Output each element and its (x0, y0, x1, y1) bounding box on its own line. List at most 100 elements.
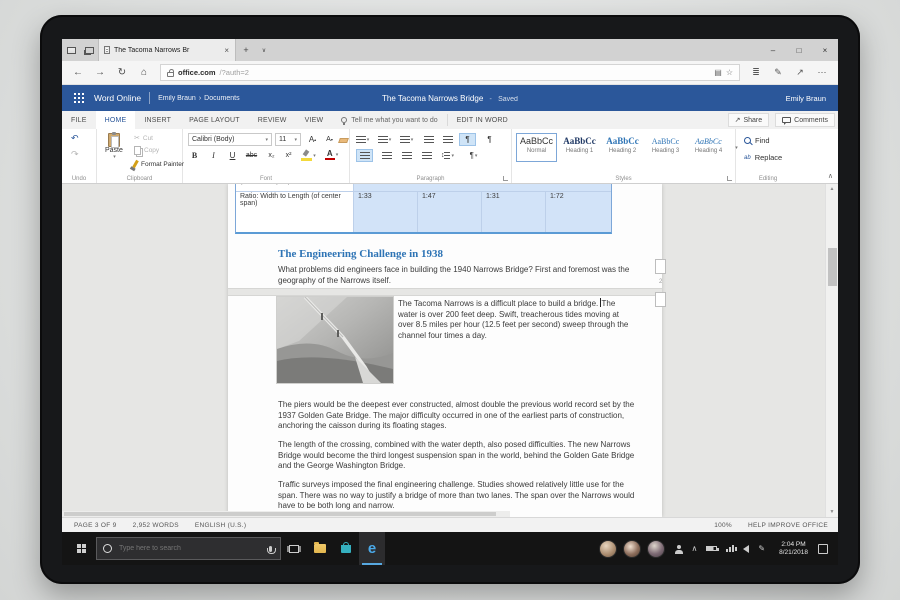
annotate-pen-icon[interactable]: ✎ (768, 64, 788, 82)
tab-close-icon[interactable]: × (223, 46, 230, 55)
contact-avatar[interactable] (647, 540, 665, 558)
style-heading-3[interactable]: AaBbCc Heading 3 (645, 133, 686, 162)
superscript-button[interactable]: x² (280, 149, 297, 162)
table-value-cell[interactable]: 1:31 (482, 192, 546, 232)
page-indicator[interactable]: PAGE 3 OF 9 (74, 522, 117, 529)
reading-view-icon[interactable]: ▤ (714, 68, 722, 77)
style-normal[interactable]: AaBbCc Normal (516, 133, 557, 162)
margin-marker[interactable] (655, 292, 666, 307)
font-size-select[interactable]: 11 ▾ (275, 133, 301, 146)
taskbar-clock[interactable]: 2:04 PM 8/21/2018 (779, 541, 808, 557)
tab-review[interactable]: REVIEW (249, 111, 296, 129)
zoom-level[interactable]: 100% (714, 522, 732, 529)
tab-view[interactable]: VIEW (296, 111, 333, 129)
font-color-button[interactable]: A▾ (323, 148, 340, 161)
italic-button[interactable]: I (205, 149, 222, 162)
edge-browser-button[interactable]: e (359, 532, 385, 565)
language-indicator[interactable]: ENGLISH (U.S.) (195, 522, 247, 529)
decrease-indent-button[interactable] (420, 133, 437, 146)
set-tabs-aside-icon[interactable] (62, 39, 80, 61)
account-name[interactable]: Emily Braun (786, 94, 826, 103)
show-marks-button[interactable]: ¶▾ (465, 149, 482, 162)
contact-avatar[interactable] (623, 540, 641, 558)
align-left-button[interactable] (356, 149, 373, 162)
home-icon[interactable]: ⌂ (134, 64, 154, 82)
align-center-button[interactable] (378, 149, 395, 162)
line-spacing-button[interactable]: ↕▾ (439, 149, 456, 162)
favorite-star-icon[interactable]: ☆ (726, 68, 733, 77)
address-field[interactable]: office.com /?auth=2 ▤ ☆ (160, 64, 740, 81)
undo-button[interactable]: ↶ (71, 133, 79, 144)
tab-list-chevron-icon[interactable]: ∨ (256, 39, 272, 61)
help-improve-office-link[interactable]: HELP IMPROVE OFFICE (748, 522, 828, 529)
file-explorer-button[interactable] (307, 532, 333, 565)
cut-button[interactable]: ✂ Cut (134, 134, 153, 142)
replace-button[interactable]: ab Replace (744, 153, 782, 162)
tab-insert[interactable]: INSERT (135, 111, 180, 129)
back-icon[interactable]: ← (68, 64, 88, 82)
table-value-cell[interactable]: 1:72 (546, 192, 611, 232)
rtl-direction-button[interactable]: ¶ (481, 133, 498, 146)
bridge-photo[interactable] (277, 297, 393, 383)
contact-avatar[interactable] (599, 540, 617, 558)
style-heading-4[interactable]: AaBbCc Heading 4 (688, 133, 729, 162)
maximize-button[interactable]: □ (786, 39, 812, 61)
strikethrough-button[interactable]: abc (243, 149, 260, 162)
align-right-button[interactable] (398, 149, 415, 162)
paragraph-dialog-launcher-icon[interactable] (503, 176, 508, 181)
app-name[interactable]: Word Online (94, 93, 141, 103)
taskbar-search-box[interactable] (96, 537, 281, 560)
tab-file[interactable]: FILE (62, 111, 96, 129)
vertical-scrollbar[interactable]: ▲ ▼ (825, 184, 838, 517)
underline-button[interactable]: U (224, 149, 241, 162)
network-icon[interactable] (726, 545, 734, 552)
ltr-direction-button[interactable]: ¶ (459, 133, 476, 146)
table-row-label[interactable]: Ratio: Width to Length (of center span) (236, 192, 354, 232)
tabs-preview-icon[interactable] (80, 39, 98, 61)
grow-font-button[interactable]: A▴ (304, 133, 321, 146)
paragraph-crossing[interactable]: The length of the crossing, combined wit… (278, 440, 638, 472)
breadcrumb-user[interactable]: Emily Braun (158, 95, 196, 102)
subscript-button[interactable]: x₂ (263, 149, 280, 162)
document-title[interactable]: The Tacoma Narrows Bridge (382, 94, 483, 103)
forward-icon[interactable]: → (90, 64, 110, 82)
styles-dialog-launcher-icon[interactable] (727, 176, 732, 181)
hidden-icons-chevron[interactable]: ∧ (692, 545, 698, 553)
battery-icon[interactable] (706, 546, 717, 551)
bullets-button[interactable]: ▾ (354, 133, 371, 146)
margin-marker[interactable] (655, 259, 666, 274)
hub-favorites-icon[interactable]: ≣ (746, 64, 766, 82)
numbering-button[interactable]: ▾ (376, 133, 393, 146)
scroll-up-icon[interactable]: ▲ (826, 186, 838, 192)
table-value-cell[interactable]: 1:47 (418, 192, 482, 232)
paragraph-beside-image[interactable]: The Tacoma Narrows is a difficult place … (398, 298, 634, 341)
highlight-color-button[interactable]: ▾ (300, 149, 317, 162)
speaker-icon[interactable] (743, 545, 749, 553)
share-icon[interactable]: ↗ (790, 64, 810, 82)
paragraph-intro[interactable]: What problems did engineers face in buil… (278, 265, 636, 286)
people-icon[interactable] (675, 545, 683, 553)
tab-home[interactable]: HOME (96, 111, 136, 129)
more-menu-icon[interactable]: ⋯ (812, 64, 832, 82)
task-view-button[interactable] (281, 532, 307, 565)
edit-in-word-button[interactable]: EDIT IN WORD (448, 111, 517, 129)
document-page[interactable]: (of center Span) Ratio: Width to Length … (228, 184, 662, 517)
tell-me-box[interactable]: Tell me what you want to do (332, 111, 446, 129)
refresh-icon[interactable]: ↻ (112, 64, 132, 82)
store-button[interactable] (333, 532, 359, 565)
horizontal-scrollbar-thumb[interactable] (64, 512, 496, 516)
style-heading-1[interactable]: AaBbCc Heading 1 (559, 133, 600, 162)
breadcrumb-folder[interactable]: Documents (204, 95, 239, 102)
format-painter-button[interactable]: Format Painter (134, 160, 184, 168)
comments-button[interactable]: Comments (775, 113, 835, 127)
pen-settings-icon[interactable]: ✎ (758, 545, 765, 553)
style-heading-2[interactable]: AaBbCc Heading 2 (602, 133, 643, 162)
justify-button[interactable] (418, 149, 435, 162)
table-cell-partial[interactable]: (of center Span) (236, 184, 354, 191)
document-table[interactable]: (of center Span) Ratio: Width to Length … (235, 184, 612, 234)
action-center-icon[interactable] (818, 544, 828, 554)
new-tab-button[interactable]: + (236, 39, 256, 61)
redo-button[interactable]: ↷ (71, 149, 79, 160)
tab-page-layout[interactable]: PAGE LAYOUT (180, 111, 249, 129)
microphone-icon[interactable] (269, 546, 272, 552)
